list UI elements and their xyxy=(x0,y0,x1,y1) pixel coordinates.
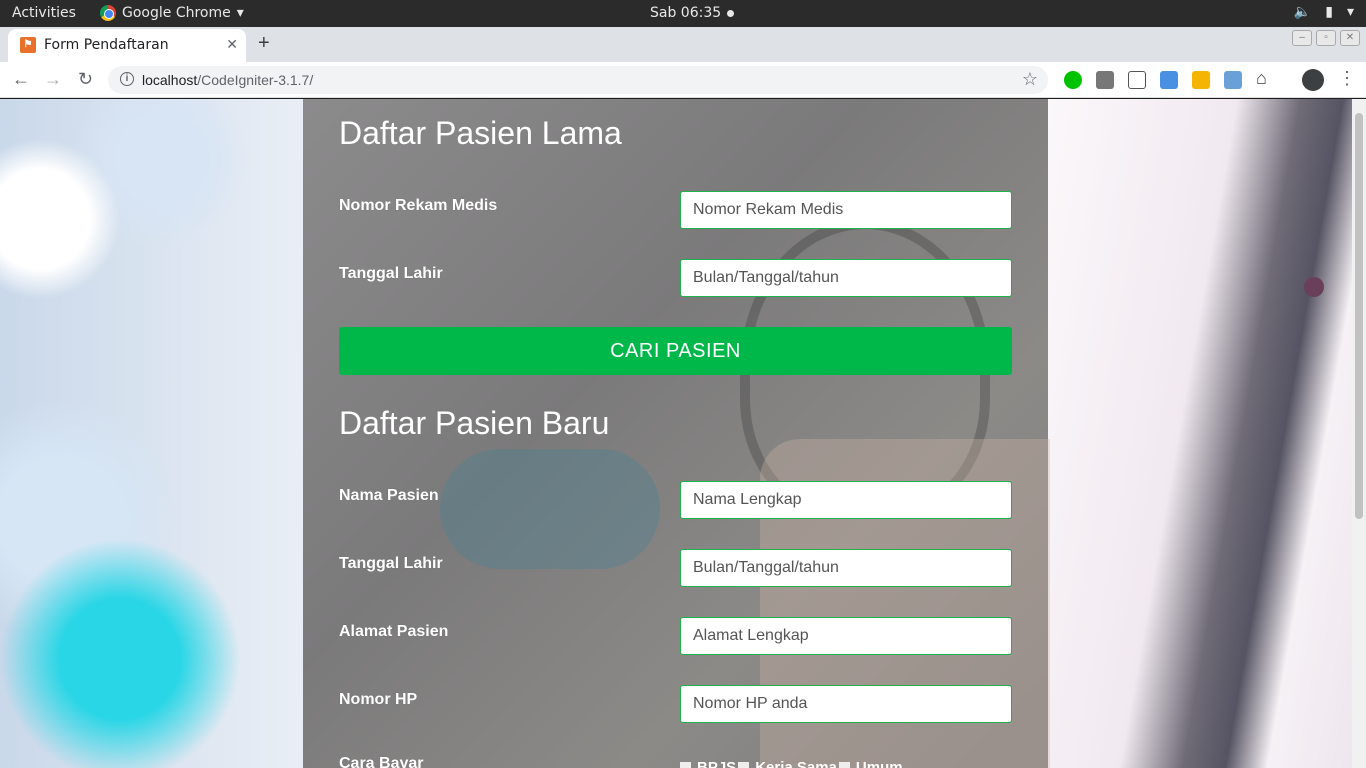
new-patient-title: Daftar Pasien Baru xyxy=(339,405,610,441)
payment-option-kerja-sama: Kerja Sama xyxy=(755,759,837,768)
payment-checkbox-kerja-sama[interactable] xyxy=(738,762,750,768)
address-url: localhost/CodeIgniter-3.1.7/ xyxy=(142,72,313,88)
chrome-icon xyxy=(100,5,116,21)
tab-strip: ⚑ Form Pendaftaran ✕ + – ▫ ✕ xyxy=(0,27,1366,62)
background-decoration xyxy=(440,449,660,569)
tff-extension-icon[interactable] xyxy=(1160,71,1178,89)
patient-address-input[interactable]: Alamat Lengkap xyxy=(680,617,1012,655)
chevron-down-icon: ▾ xyxy=(236,5,244,21)
system-top-bar: Activities Google Chrome ▾ Sab 06:35 🔈 ▮… xyxy=(0,0,1366,27)
search-patient-button[interactable]: CARI PASIEN xyxy=(339,327,1012,375)
coat-button-decoration xyxy=(1304,277,1324,297)
info-icon[interactable]: i xyxy=(120,72,134,86)
activities-button[interactable]: Activities xyxy=(12,5,76,21)
maximize-button[interactable]: ▫ xyxy=(1316,30,1336,46)
battery-icon: ▮ xyxy=(1325,4,1333,20)
patient-name-input[interactable]: Nama Lengkap xyxy=(680,481,1012,519)
payment-option-bpjs: BPJS xyxy=(697,759,737,768)
v-extension-icon[interactable] xyxy=(1192,71,1210,89)
menu-kebab-icon[interactable]: ⋮ xyxy=(1338,68,1356,89)
payment-checkbox-umum[interactable] xyxy=(838,762,850,768)
payment-option-umum: Umum xyxy=(855,759,903,768)
back-button[interactable]: ← xyxy=(12,69,30,90)
add-extension-icon[interactable] xyxy=(1128,71,1146,89)
new-dob-input[interactable]: Bulan/Tanggal/tahun xyxy=(680,549,1012,587)
close-window-button[interactable]: ✕ xyxy=(1340,30,1360,46)
reload-button[interactable]: ↻ xyxy=(78,69,93,90)
url-host: localhost xyxy=(142,72,198,88)
clock[interactable]: Sab 06:35 xyxy=(650,5,735,21)
clock-label: Sab 06:35 xyxy=(650,5,722,21)
scrollbar-thumb[interactable] xyxy=(1355,113,1363,519)
url-path: /CodeIgniter-3.1.7/ xyxy=(197,72,314,88)
payment-options: BPJS Kerja Sama Umum xyxy=(680,759,903,768)
page-scrollbar[interactable] xyxy=(1352,99,1366,768)
forward-button[interactable]: → xyxy=(44,69,62,90)
puzzle-extension-icon[interactable] xyxy=(1224,71,1242,89)
home-icon[interactable]: ⌂ xyxy=(1256,68,1274,88)
old-dob-input[interactable]: Bulan/Tanggal/tahun xyxy=(680,259,1012,297)
new-dob-label: Tanggal Lahir xyxy=(339,555,443,572)
minimize-button[interactable]: – xyxy=(1292,30,1312,46)
codeigniter-favicon-icon: ⚑ xyxy=(20,37,36,53)
patient-address-label: Alamat Pasien xyxy=(339,623,449,640)
tab-title: Form Pendaftaran xyxy=(44,37,169,53)
record-number-label: Nomor Rekam Medis xyxy=(339,197,498,214)
tab-form-pendaftaran[interactable]: ⚑ Form Pendaftaran ✕ xyxy=(8,29,246,62)
phone-input[interactable]: Nomor HP anda xyxy=(680,685,1012,723)
old-dob-label: Tanggal Lahir xyxy=(339,265,443,282)
browser-toolbar: ← → ↻ i localhost/CodeIgniter-3.1.7/ ☆ ⌂… xyxy=(0,62,1366,98)
page-viewport: Daftar Pasien Lama Nomor Rekam Medis Nom… xyxy=(0,99,1352,768)
bookmark-star-icon[interactable]: ☆ xyxy=(1022,69,1038,90)
profile-avatar[interactable] xyxy=(1302,69,1324,91)
chevron-down-icon: ▾ xyxy=(1346,4,1354,20)
line-extension-icon[interactable] xyxy=(1064,71,1082,89)
chat-extension-icon[interactable] xyxy=(1096,71,1114,89)
new-tab-button[interactable]: + xyxy=(258,32,270,55)
app-menu-label: Google Chrome xyxy=(122,5,231,21)
app-menu[interactable]: Google Chrome ▾ xyxy=(100,5,244,21)
volume-icon: 🔈 xyxy=(1293,4,1312,20)
payment-method-label: Cara Bayar xyxy=(339,755,424,768)
phone-label: Nomor HP xyxy=(339,691,418,708)
patient-name-label: Nama Pasien xyxy=(339,487,439,504)
system-tray[interactable]: 🔈 ▮ ▾ xyxy=(1294,4,1354,20)
record-number-input[interactable]: Nomor Rekam Medis xyxy=(680,191,1012,229)
old-patient-title: Daftar Pasien Lama xyxy=(339,115,622,151)
close-icon[interactable]: ✕ xyxy=(226,36,238,53)
background-doctor-image xyxy=(1047,99,1352,768)
notification-dot-icon xyxy=(727,9,735,17)
window-controls: – ▫ ✕ xyxy=(1292,30,1360,46)
address-bar[interactable]: i localhost/CodeIgniter-3.1.7/ ☆ xyxy=(108,66,1048,94)
payment-checkbox-bpjs[interactable] xyxy=(680,762,691,768)
